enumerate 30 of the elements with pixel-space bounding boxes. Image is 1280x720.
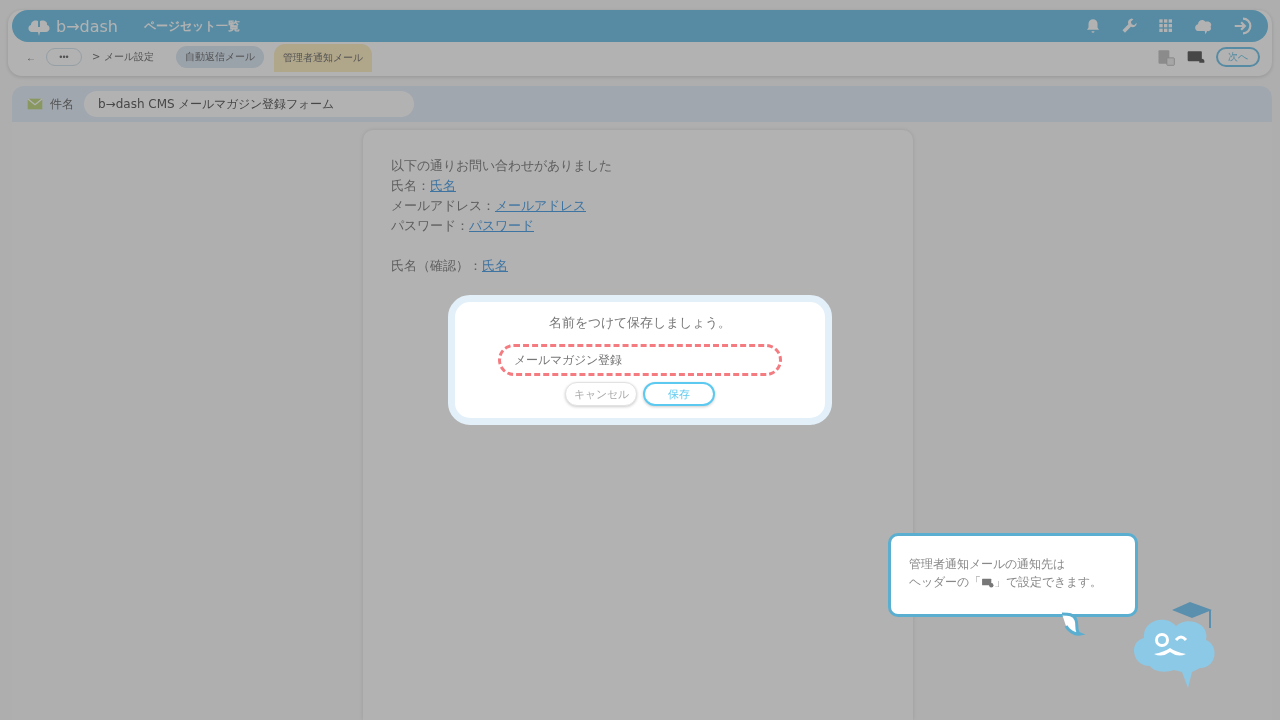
mail-text: 以下の通りお問い合わせがありました xyxy=(391,157,612,175)
breadcrumb: > メール設定 xyxy=(92,50,154,64)
field-link[interactable]: 氏名 xyxy=(430,176,456,196)
tip-text: 管理者通知メールの通知先は xyxy=(909,556,1065,572)
tip-text: ヘッダーの「 xyxy=(909,574,981,590)
field-label: 氏名： xyxy=(391,177,430,195)
page-title: ページセット一覧 xyxy=(144,17,240,35)
cancel-button[interactable]: キャンセル xyxy=(565,382,637,406)
bell-icon[interactable] xyxy=(1084,17,1102,35)
more-button[interactable]: ••• xyxy=(46,48,82,66)
subject-field[interactable]: b→dash CMS メールマガジン登録フォーム xyxy=(84,91,414,117)
logo-text: b→dash xyxy=(56,16,118,36)
field-link[interactable]: パスワード xyxy=(469,216,534,236)
mail-tab[interactable]: 自動返信メール xyxy=(175,46,264,68)
field-label: パスワード： xyxy=(391,217,469,235)
field-link[interactable]: 氏名 xyxy=(482,256,508,276)
name-input[interactable]: メールマガジン登録 xyxy=(498,344,782,376)
grid-icon[interactable] xyxy=(1158,18,1174,34)
back-button[interactable]: ← xyxy=(26,51,36,63)
field-link[interactable]: メールアドレス xyxy=(495,196,586,216)
next-button[interactable]: 次へ xyxy=(1216,47,1260,67)
envelope-icon[interactable] xyxy=(26,96,44,112)
subject-label: 件名 xyxy=(50,95,74,113)
mail-tab[interactable]: 管理者通知メール xyxy=(273,44,372,72)
field-label: メールアドレス： xyxy=(391,197,495,215)
logout-icon[interactable] xyxy=(1232,15,1254,37)
tip-text: 」で設定できます。 xyxy=(994,574,1102,590)
save-button[interactable]: 保存 xyxy=(643,382,715,406)
dialog-title: 名前をつけて保存しましょう。 xyxy=(549,314,731,332)
field-label: 氏名（確認）： xyxy=(391,257,482,275)
